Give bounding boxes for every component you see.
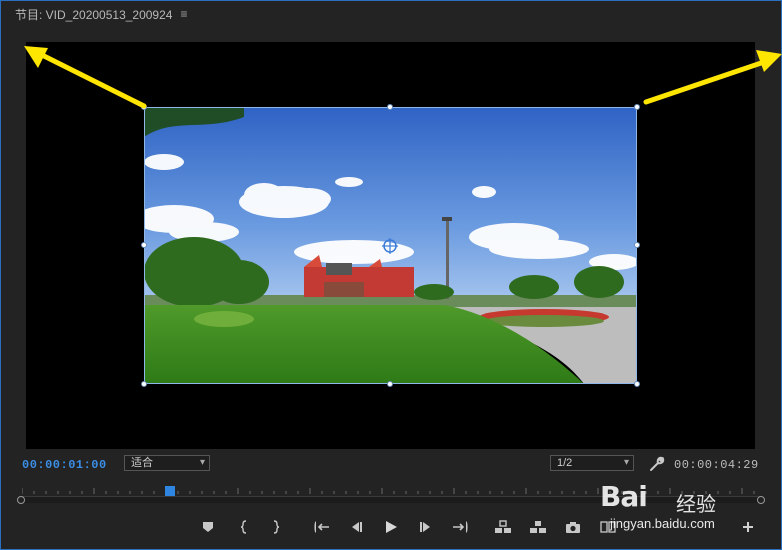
ruler-end-handle[interactable] bbox=[757, 496, 765, 504]
go-to-in-icon bbox=[314, 521, 329, 533]
button-editor-button[interactable] bbox=[738, 516, 758, 538]
play-button[interactable] bbox=[381, 516, 401, 538]
mark-out-button[interactable] bbox=[266, 516, 286, 538]
mark-in-icon bbox=[240, 520, 247, 534]
step-forward-icon bbox=[420, 522, 430, 532]
duration-timecode: 00:00:04:29 bbox=[674, 458, 759, 472]
anchor-point-icon[interactable] bbox=[382, 238, 398, 254]
marker-icon bbox=[203, 522, 213, 532]
compare-icon bbox=[600, 521, 616, 533]
go-to-out-icon bbox=[453, 521, 468, 533]
zoom-level-select[interactable]: 适合 ▾ bbox=[124, 455, 210, 471]
handle-top-right[interactable] bbox=[634, 104, 640, 110]
handle-top-middle[interactable] bbox=[387, 104, 393, 110]
camera-icon bbox=[566, 521, 580, 533]
handle-bottom-middle[interactable] bbox=[387, 381, 393, 387]
handle-bottom-right[interactable] bbox=[634, 381, 640, 387]
playhead[interactable] bbox=[164, 486, 175, 496]
step-forward-button[interactable] bbox=[416, 516, 436, 538]
playback-resolution-value: 1/2 bbox=[557, 457, 573, 469]
handle-top-left[interactable] bbox=[141, 104, 147, 110]
mark-in-button[interactable] bbox=[234, 516, 254, 538]
chevron-down-icon: ▾ bbox=[623, 457, 629, 468]
mark-out-icon bbox=[273, 520, 280, 534]
go-to-out-button[interactable] bbox=[450, 516, 470, 538]
panel-title[interactable]: 节目: VID_20200513_200924 bbox=[15, 6, 172, 23]
ruler-ticks bbox=[22, 488, 755, 494]
comparison-view-button[interactable] bbox=[598, 516, 618, 538]
step-back-button[interactable] bbox=[346, 516, 366, 538]
handle-bottom-left[interactable] bbox=[141, 381, 147, 387]
export-frame-button[interactable] bbox=[563, 516, 583, 538]
ruler-track[interactable] bbox=[22, 496, 760, 503]
monitor-timebar: 00:00:01:00 适合 ▾ 1/2 ▾ 00:00:04:29 bbox=[0, 452, 782, 476]
time-ruler[interactable] bbox=[16, 484, 766, 508]
go-to-in-button[interactable] bbox=[312, 516, 332, 538]
extract-icon bbox=[530, 521, 546, 533]
chevron-down-icon: ▾ bbox=[199, 457, 205, 468]
lift-button[interactable] bbox=[493, 516, 513, 538]
play-icon bbox=[386, 521, 397, 533]
handle-middle-left[interactable] bbox=[141, 242, 147, 248]
step-back-icon bbox=[352, 522, 362, 532]
extract-button[interactable] bbox=[528, 516, 548, 538]
zoom-level-value: 适合 bbox=[131, 457, 153, 469]
lift-icon bbox=[495, 520, 511, 533]
plus-icon bbox=[743, 522, 753, 532]
playback-resolution-select[interactable]: 1/2 ▾ bbox=[550, 455, 634, 471]
current-timecode[interactable]: 00:00:01:00 bbox=[22, 458, 107, 472]
wrench-icon[interactable] bbox=[648, 455, 666, 473]
handle-middle-right[interactable] bbox=[634, 242, 640, 248]
panel-header: 节目: VID_20200513_200924 ≡ bbox=[15, 6, 187, 22]
transport-controls bbox=[0, 516, 782, 538]
panel-menu-icon[interactable]: ≡ bbox=[180, 7, 187, 21]
add-marker-button[interactable] bbox=[198, 516, 218, 538]
ruler-start-handle[interactable] bbox=[17, 496, 25, 504]
